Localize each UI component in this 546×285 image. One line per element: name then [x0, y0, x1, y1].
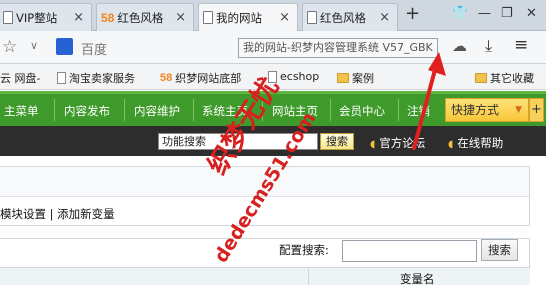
nav-divider — [193, 99, 194, 121]
breadcrumb: 模块设置 | 添加新变量 — [0, 207, 115, 221]
config-search-input[interactable] — [342, 240, 477, 262]
folder-icon — [475, 73, 487, 83]
nav-divider — [124, 99, 125, 121]
bookmark-item[interactable]: 58 织梦网站底部 — [160, 70, 241, 86]
bookmark-label: 云 网盘- — [0, 72, 41, 85]
bookmark-label: ecshop — [280, 70, 320, 83]
close-icon[interactable]: × — [70, 10, 87, 25]
bookmark-item[interactable]: 其它收藏 — [475, 70, 534, 86]
nav-item-system-home[interactable]: 系统主页 — [202, 103, 248, 119]
document-icon — [307, 11, 317, 24]
browser-tab[interactable]: 58 红色风格 × — [96, 3, 194, 31]
nav-divider — [398, 99, 399, 121]
nav-divider — [262, 99, 263, 121]
tab-title: 红色风格 — [320, 10, 366, 25]
panel-header — [0, 167, 529, 197]
menu-icon[interactable]: ≡ — [514, 35, 528, 55]
forum-link[interactable]: ◖ 官方论坛 — [370, 135, 425, 151]
bookmark-label: 案例 — [352, 72, 374, 85]
nav-item-maintain[interactable]: 内容维护 — [134, 103, 180, 119]
bookmark-label: 其它收藏 — [490, 72, 534, 85]
bookmark-item[interactable]: ecshop — [268, 70, 319, 83]
chevron-down-icon[interactable]: ∨ — [30, 39, 38, 52]
help-link-label: 在线帮助 — [457, 136, 504, 150]
function-toolbar: 功能搜索 搜索 ◖ 官方论坛 ◖ 在线帮助 — [0, 126, 546, 156]
nav-item-main-menu[interactable]: 主菜单 — [4, 103, 39, 119]
function-search-input[interactable]: 功能搜索 — [158, 133, 318, 150]
column-divider — [308, 268, 309, 285]
browser-tab[interactable]: VIP整站 × — [0, 3, 92, 31]
window-close-icon[interactable]: ✕ — [526, 6, 537, 21]
bookmark-item[interactable]: 云 网盘- — [0, 70, 40, 86]
bookmark-label: 织梦网站底部 — [175, 72, 242, 85]
browser-tab[interactable]: 红色风格 × — [302, 3, 398, 31]
folder-icon — [337, 73, 349, 83]
document-icon — [57, 72, 66, 84]
baidu-paw-icon[interactable]: 🐾 — [56, 38, 73, 55]
star-icon[interactable]: ☆ — [2, 37, 17, 57]
cloud-icon[interactable]: ☁ — [452, 37, 467, 55]
help-link[interactable]: ◖ 在线帮助 — [448, 135, 503, 151]
tab-title: 我的网站 — [216, 10, 262, 25]
download-icon[interactable]: ⤓ — [485, 36, 492, 56]
document-icon — [3, 11, 13, 24]
bullet-icon: ◖ — [448, 139, 454, 150]
function-search-button[interactable]: 搜索 — [320, 133, 354, 150]
search-engine-label[interactable]: 百度 — [81, 39, 107, 58]
nav-item-logout[interactable]: 注销 — [407, 103, 430, 119]
close-icon[interactable]: × — [276, 10, 293, 25]
close-icon[interactable]: × — [376, 10, 393, 25]
nav-item-publish[interactable]: 内容发布 — [64, 103, 110, 119]
58-icon: 58 — [160, 72, 173, 84]
nav-item-site-home[interactable]: 网站主页 — [272, 103, 318, 119]
page-title-tooltip: 我的网站-织梦内容管理系统 V57_GBK — [238, 38, 438, 58]
bookmark-item[interactable]: 淘宝卖家服务 — [57, 70, 135, 86]
table-header: 变量名 — [0, 267, 530, 285]
bullet-icon: ◖ — [370, 139, 376, 150]
close-icon[interactable]: × — [172, 10, 189, 25]
document-icon — [268, 70, 277, 83]
document-icon — [203, 11, 213, 24]
bookmarks-bar: 云 网盘- 淘宝卖家服务 58 织梦网站底部 ecshop 案例 其它收藏 — [0, 64, 546, 90]
tab-strip: VIP整站 × 58 红色风格 × 我的网站 × 红色风格 × + 👕 — ❐ … — [0, 0, 546, 31]
tab-title: VIP整站 — [16, 10, 58, 25]
shortcut-dropdown[interactable]: 快捷方式 ▼ — [445, 98, 529, 122]
nav-divider — [54, 99, 55, 121]
forum-link-label: 官方论坛 — [379, 136, 426, 150]
config-search-button[interactable]: 搜索 — [481, 239, 518, 261]
column-header-variable-name: 变量名 — [400, 272, 435, 285]
browser-tab-active[interactable]: 我的网站 × — [198, 3, 298, 31]
bookmark-label: 淘宝卖家服务 — [69, 72, 135, 85]
nav-divider — [330, 99, 331, 121]
add-shortcut-button[interactable]: + — [529, 98, 544, 122]
58-icon: 58 — [101, 10, 115, 25]
shortcut-label: 快捷方式 — [451, 103, 500, 117]
main-nav: 主菜单 内容发布 内容维护 系统主页 网站主页 会员中心 注销 快捷方式 ▼ + — [0, 91, 546, 126]
new-tab-icon[interactable]: + — [405, 3, 420, 24]
address-bar: ☆ ∨ 🐾 百度 我的网站-织梦内容管理系统 V57_GBK ☁ ⤓ ≡ — [0, 31, 546, 64]
chevron-down-icon: ▼ — [515, 105, 522, 115]
bookmark-item[interactable]: 案例 — [337, 70, 374, 86]
tab-title: 红色风格 — [117, 10, 164, 25]
restore-icon[interactable]: ❐ — [501, 6, 513, 21]
shirt-icon[interactable]: 👕 — [452, 6, 468, 21]
nav-item-member-center[interactable]: 会员中心 — [339, 103, 385, 119]
minimize-icon[interactable]: — — [478, 6, 491, 21]
config-search-label: 配置搜索: — [279, 243, 329, 257]
